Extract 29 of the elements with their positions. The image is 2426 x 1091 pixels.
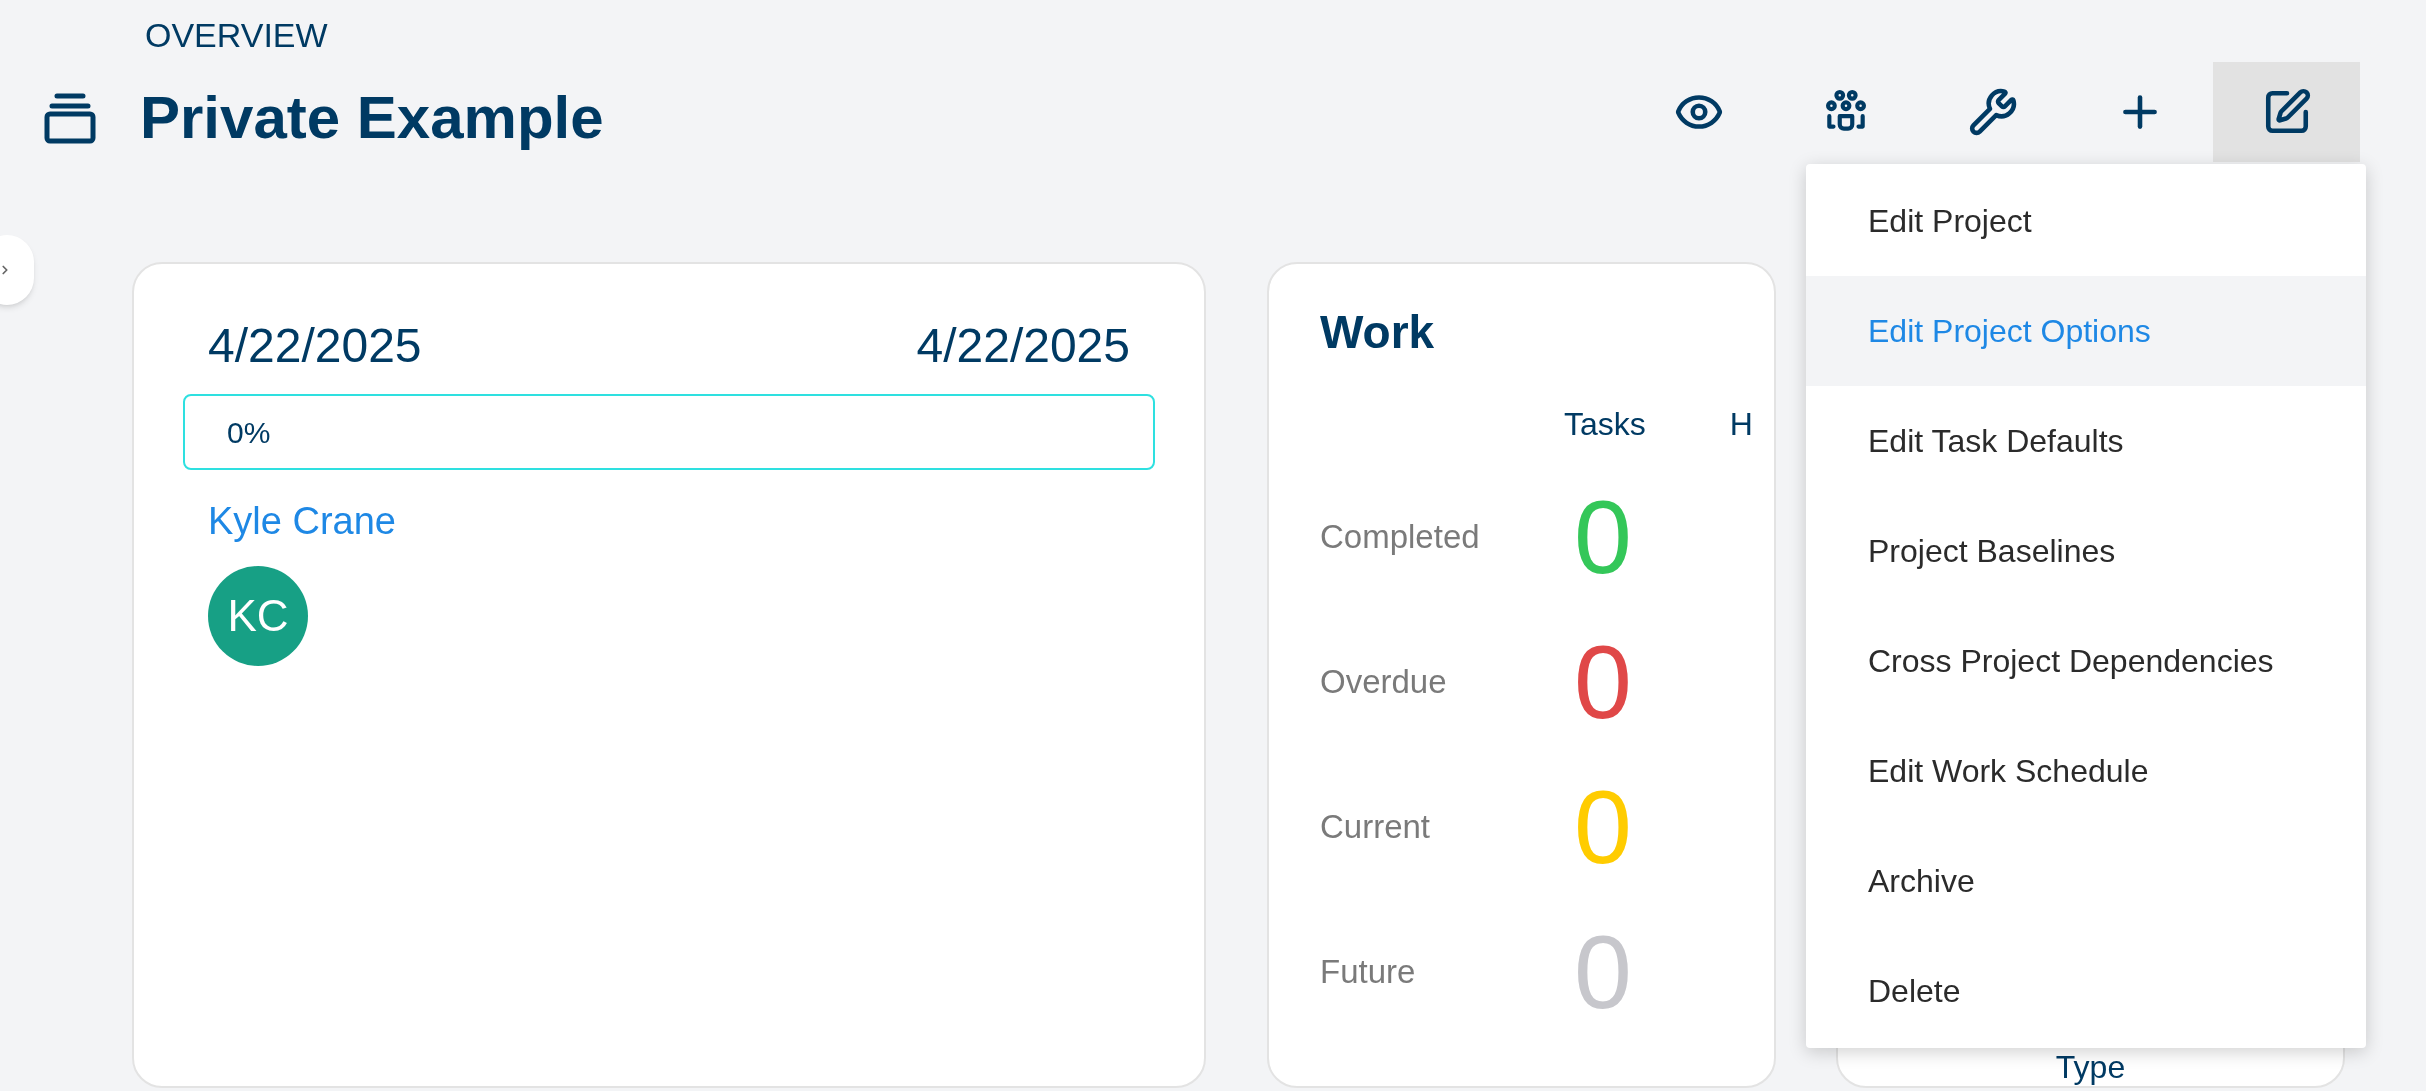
status-label: Current — [1320, 806, 1432, 847]
breadcrumb: OVERVIEW — [145, 15, 329, 56]
wrench-icon — [1967, 87, 2018, 137]
task-count: 0 — [1574, 481, 1632, 592]
toolbar-button[interactable] — [2213, 62, 2360, 162]
menu-item[interactable]: Edit Work Schedule — [1806, 716, 2366, 826]
menu-item[interactable]: Archive — [1806, 826, 2366, 936]
menu-item[interactable]: Cross Project Dependencies — [1806, 606, 2366, 716]
task-count: 0 — [1574, 771, 1632, 882]
start-date: 4/22/2025 — [208, 318, 422, 374]
progress-label: 0% — [227, 414, 271, 451]
task-count: 0 — [1574, 916, 1632, 1027]
status-label: Overdue — [1320, 661, 1448, 702]
card-title: Work — [1320, 305, 1436, 360]
owner-name[interactable]: Kyle Crane — [208, 496, 396, 546]
page-title: Private Example — [140, 83, 604, 153]
stack-icon — [44, 92, 96, 144]
status-label: Completed — [1320, 516, 1481, 557]
menu-item[interactable]: Project Baselines — [1806, 496, 2366, 606]
menu-item[interactable]: Delete — [1806, 936, 2366, 1046]
menu-item[interactable]: Edit Project — [1806, 166, 2366, 276]
card-label: Type — [2055, 1050, 2126, 1084]
status-label: Future — [1320, 951, 1417, 992]
end-date: 4/22/2025 — [916, 318, 1130, 374]
task-count: 0 — [1574, 626, 1632, 737]
column-header: H — [1729, 405, 1753, 444]
column-header: Tasks — [1564, 405, 1646, 444]
menu-item[interactable]: Edit Task Defaults — [1806, 386, 2366, 496]
owner-avatar: KC — [208, 566, 308, 666]
